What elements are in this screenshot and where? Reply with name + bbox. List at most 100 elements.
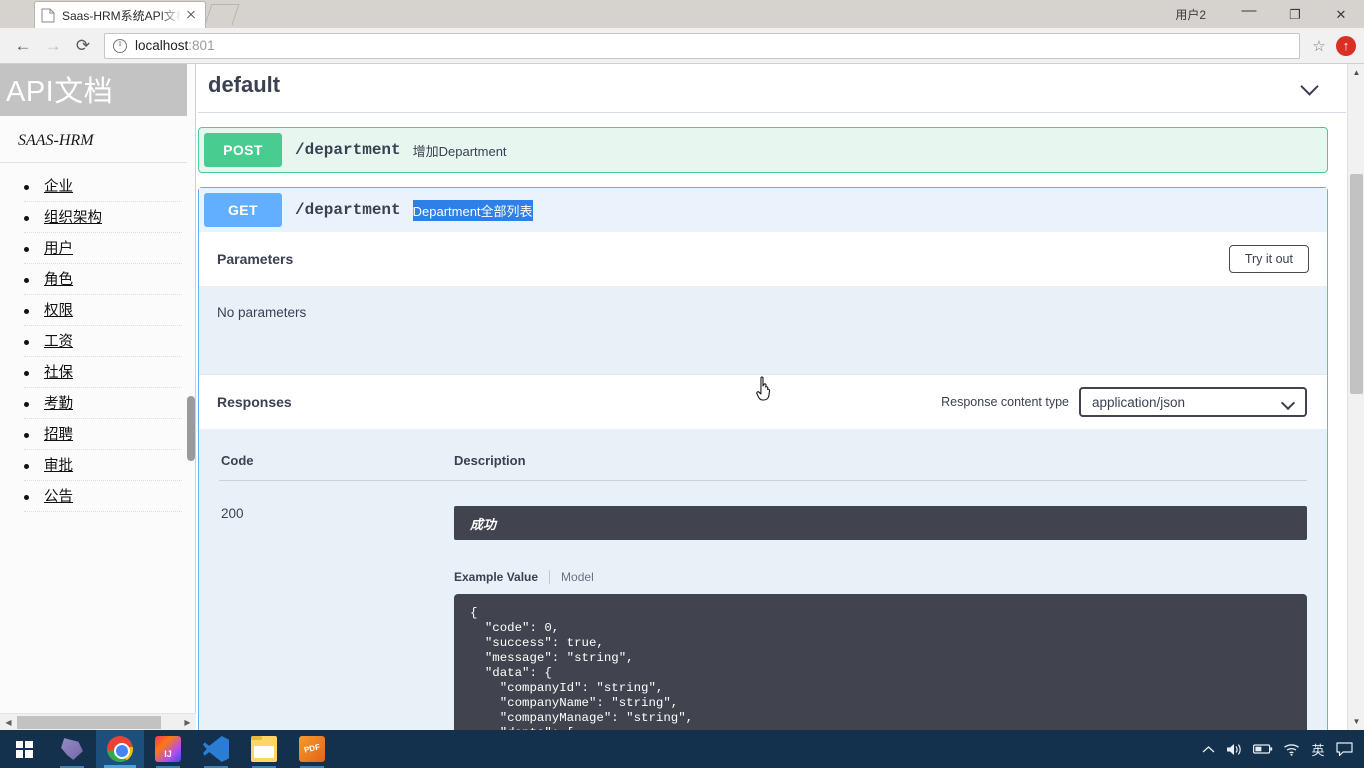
taskbar-item-vscode[interactable] [192,730,240,768]
sidebar-item-label[interactable]: 组织架构 [44,210,102,226]
swagger-main-pane: default POST /department 增加Department GE… [196,64,1364,730]
response-content-type-select[interactable]: application/json [1079,387,1307,417]
operation-description: 增加Department [412,143,507,159]
extension-icon[interactable] [1336,35,1356,56]
operation-post-department[interactable]: POST /department 增加Department [198,127,1328,173]
sidebar-item-salary[interactable]: 工资 [0,326,196,357]
sidebar-item-label[interactable]: 用户 [44,241,73,257]
sidebar: API文档 SAAS-HRM 企业 组织架构 用户 角色 权限 工资 社保 考勤… [0,64,196,730]
sidebar-item-enterprise[interactable]: 企业 [0,171,196,202]
sidebar-item-label[interactable]: 企业 [44,179,73,195]
new-tab-button[interactable] [204,4,240,25]
reload-button[interactable]: ⟳ [68,31,98,61]
foxit-pdf-icon [299,736,325,762]
notifications-icon[interactable] [1331,730,1358,768]
sidebar-item-permission[interactable]: 权限 [0,295,196,326]
no-parameters-text: No parameters [217,305,307,320]
scroll-up-icon[interactable]: ▲ [1348,64,1364,81]
taskbar-item-file-explorer[interactable] [240,730,288,768]
sidebar-item-recruitment[interactable]: 招聘 [0,419,196,450]
taskbar-item-foxit-pdf[interactable] [288,730,336,768]
sidebar-item-organization[interactable]: 组织架构 [0,202,196,233]
responses-table-header-row: Code Description [219,445,1307,481]
vscode-icon [203,736,229,762]
back-button[interactable]: ← [8,31,38,61]
operation-summary[interactable]: POST /department 增加Department [199,128,1327,172]
sidebar-item-attendance[interactable]: 考勤 [0,388,196,419]
operation-summary[interactable]: GET /department Department全部列表 [199,188,1327,401]
responses-body: Code Description 200 成功 Example Value Mo… [199,429,1327,730]
example-value-code: { "code": 0, "success": true, "message":… [454,594,1307,730]
page-vertical-scrollbar[interactable]: ▲ ▼ [1347,64,1364,730]
tab-example-value[interactable]: Example Value [454,570,551,584]
url-port: :801 [188,38,215,53]
response-content-type-value: application/json [1092,394,1186,410]
wifi-icon[interactable] [1278,730,1305,768]
sidebar-header: API文档 [0,64,196,116]
sidebar-item-label[interactable]: 角色 [44,272,73,288]
operation-path: /department [295,141,401,159]
sidebar-item-label[interactable]: 公告 [44,489,73,505]
sidebar-horizontal-scrollbar[interactable]: ◀ ▶ [0,713,196,730]
site-info-icon[interactable] [113,38,127,53]
http-method-badge: POST [204,133,282,167]
taskbar-item-navicat[interactable] [48,730,96,768]
h-scroll-thumb[interactable] [17,715,161,729]
address-bar-url: localhost:801 [135,38,215,53]
responses-title: Responses [217,394,292,410]
ime-language-icon[interactable]: 英 [1305,730,1331,768]
sidebar-item-label[interactable]: 社保 [44,365,73,381]
window-close-button[interactable]: ✕ [1318,0,1364,28]
h-scroll-track[interactable] [17,714,179,731]
window-maximize-button[interactable]: ❐ [1272,0,1318,28]
parameters-header: Parameters Try it out [199,232,1327,286]
window-controls-group: 用户2 — ❐ ✕ [1175,0,1364,28]
browser-window: Saas-HRM系统API文档 用户2 — ❐ ✕ ← → ⟳ localhos… [0,0,1364,730]
browser-titlebar: Saas-HRM系统API文档 用户2 — ❐ ✕ [0,0,1364,28]
show-hidden-icons-icon[interactable] [1195,730,1221,768]
forward-button: → [44,36,62,55]
tab-close-icon[interactable] [183,7,199,23]
sidebar-item-user[interactable]: 用户 [0,233,196,264]
response-content-type-label: Response content type [941,395,1069,409]
swagger-scroll-area: default POST /department 增加Department GE… [196,64,1348,730]
scroll-left-icon[interactable]: ◀ [0,714,17,731]
address-bar[interactable]: localhost:801 [104,32,1300,59]
volume-icon[interactable] [1221,730,1248,768]
intellij-idea-icon [155,736,181,762]
start-button[interactable] [0,730,48,768]
tab-model[interactable]: Model [550,570,594,584]
profile-name[interactable]: 用户2 [1175,6,1206,23]
page-scrollbar-thumb[interactable] [1350,174,1363,394]
sidebar-item-label[interactable]: 考勤 [44,396,73,412]
system-tray: 英 [1195,730,1364,768]
windows-logo-icon [15,740,33,758]
sidebar-item-label[interactable]: 招聘 [44,427,73,443]
operation-body: Parameters Try it out No parameters Resp… [199,232,1327,730]
sidebar-item-social-insurance[interactable]: 社保 [0,357,196,388]
window-minimize-button[interactable]: — [1226,0,1272,28]
scroll-right-icon[interactable]: ▶ [179,714,196,731]
bookmark-star-icon[interactable]: ☆ [1308,35,1330,57]
browser-tab[interactable]: Saas-HRM系统API文档 [34,1,206,28]
chrome-icon [107,736,133,762]
response-code: 200 [221,506,244,521]
swagger-tag-header[interactable]: default [198,64,1346,113]
sidebar-scrollbar-thumb[interactable] [187,396,195,461]
sidebar-item-approval[interactable]: 审批 [0,450,196,481]
chevron-down-icon[interactable] [1301,80,1320,91]
sidebar-item-label[interactable]: 工资 [44,334,73,350]
taskbar-item-chrome[interactable] [96,730,144,768]
operation-get-department[interactable]: GET /department Department全部列表 Parameter… [198,187,1328,730]
sidebar-item-label[interactable]: 审批 [44,458,73,474]
column-header-code: Code [219,445,454,481]
taskbar-item-intellij-idea[interactable] [144,730,192,768]
battery-icon[interactable] [1248,730,1278,768]
column-header-description: Description [454,445,1307,481]
sidebar-item-announcement[interactable]: 公告 [0,481,196,512]
sidebar-item-label[interactable]: 权限 [44,303,73,319]
sidebar-nav-list: 企业 组织架构 用户 角色 权限 工资 社保 考勤 招聘 审批 公告 [0,163,196,512]
scroll-down-icon[interactable]: ▼ [1348,713,1364,730]
try-it-out-button[interactable]: Try it out [1228,245,1309,273]
sidebar-item-role[interactable]: 角色 [0,264,196,295]
